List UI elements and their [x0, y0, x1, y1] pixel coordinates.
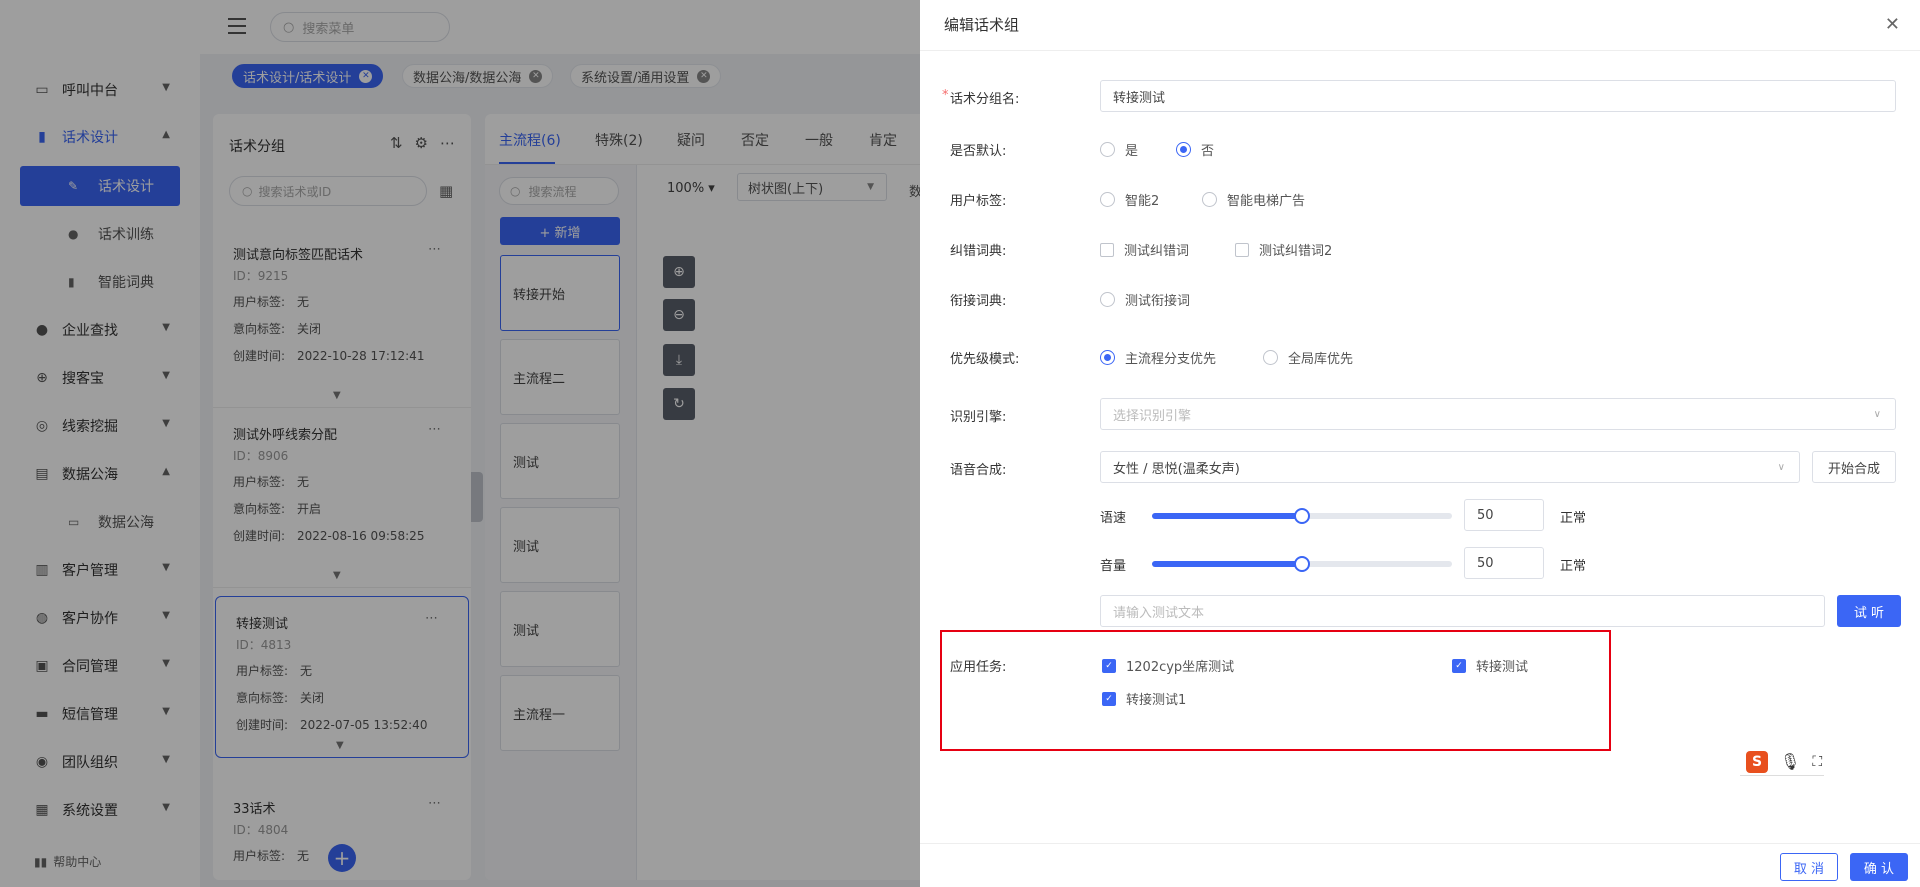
radio-circle — [1263, 350, 1278, 365]
test-text-input[interactable]: 请输入测试文本 — [1100, 595, 1825, 627]
confirm-button[interactable]: 确 认 — [1850, 853, 1908, 881]
test-text-placeholder: 请输入测试文本 — [1113, 605, 1205, 621]
tts-label: 语音合成: — [950, 463, 1007, 478]
tts-voice-value: 女性 / 思悦(温柔女声) — [1113, 461, 1240, 477]
priority-label: 优先级模式: — [950, 352, 1020, 367]
user-tag-option[interactable]: 智能电梯广告 — [1202, 190, 1305, 209]
default-yes-radio[interactable]: 是 — [1100, 140, 1138, 159]
radio-label: 全局库优先 — [1288, 352, 1354, 367]
drawer-divider — [920, 50, 1920, 51]
close-icon[interactable]: ✕ — [1885, 14, 1900, 35]
group-name-label: * 话术分组名: — [942, 88, 1020, 107]
checkbox-box — [1100, 242, 1114, 257]
default-no-radio[interactable]: 否 — [1176, 140, 1214, 159]
checkbox-box — [1235, 242, 1249, 257]
speed-input[interactable]: 50 — [1464, 499, 1544, 531]
speed-slider[interactable] — [1152, 508, 1452, 524]
ime-toolbar: S 🎙 ⛶ — [1740, 748, 1824, 776]
highlight-box — [940, 630, 1611, 751]
group-name-input[interactable]: 转接测试 — [1100, 80, 1896, 112]
radio-circle — [1100, 350, 1115, 365]
slider-handle[interactable] — [1294, 556, 1310, 572]
connect-dict-label: 衔接词典: — [950, 294, 1007, 309]
radio-label: 智能2 — [1125, 194, 1160, 209]
radio-circle — [1100, 142, 1115, 157]
audition-button[interactable]: 试 听 — [1837, 595, 1901, 627]
radio-label: 是 — [1125, 144, 1139, 159]
radio-label: 测试衔接词 — [1125, 294, 1191, 309]
engine-select[interactable]: 选择识别引擎 ∨ — [1100, 398, 1896, 430]
correct-dict-checkbox[interactable]: 测试纠错词2 — [1235, 240, 1332, 259]
volume-text: 正常 — [1560, 559, 1587, 574]
radio-circle — [1176, 142, 1191, 157]
group-name-label-text: 话术分组名: — [950, 92, 1020, 107]
volume-slider[interactable] — [1152, 556, 1452, 572]
default-label: 是否默认: — [950, 144, 1007, 159]
priority-global-radio[interactable]: 全局库优先 — [1263, 348, 1353, 367]
correct-dict-label: 纠错词典: — [950, 244, 1007, 259]
slider-fill — [1152, 561, 1302, 567]
sogou-ime-icon[interactable]: S — [1746, 750, 1768, 773]
drawer-title: 编辑话术组 — [944, 16, 1020, 34]
engine-placeholder: 选择识别引擎 — [1113, 408, 1192, 424]
radio-label: 否 — [1201, 144, 1215, 159]
radio-circle — [1100, 292, 1115, 307]
speed-label: 语速 — [1100, 511, 1127, 526]
radio-circle — [1100, 192, 1115, 207]
fullscreen-icon[interactable]: ⛶ — [1812, 754, 1822, 770]
speed-text: 正常 — [1560, 511, 1587, 526]
required-mark: * — [942, 88, 949, 103]
chevron-down-icon: ∨ — [1777, 461, 1785, 473]
priority-main-radio[interactable]: 主流程分支优先 — [1100, 348, 1216, 367]
checkbox-label: 测试纠错词2 — [1259, 244, 1333, 259]
microphone-icon[interactable]: 🎙 — [1780, 752, 1800, 771]
cancel-button[interactable]: 取 消 — [1780, 853, 1838, 881]
volume-label: 音量 — [1100, 559, 1127, 574]
volume-value: 50 — [1477, 555, 1494, 571]
correct-dict-checkbox[interactable]: 测试纠错词 — [1100, 240, 1189, 259]
user-tag-option[interactable]: 智能2 — [1100, 190, 1159, 209]
group-name-value: 转接测试 — [1113, 90, 1166, 106]
slider-fill — [1152, 513, 1302, 519]
speed-value: 50 — [1477, 507, 1494, 523]
user-tag-field-label: 用户标签: — [950, 194, 1007, 209]
slider-handle[interactable] — [1294, 508, 1310, 524]
footer-divider — [920, 843, 1920, 844]
radio-circle — [1202, 192, 1217, 207]
checkbox-label: 测试纠错词 — [1124, 244, 1190, 259]
engine-label: 识别引擎: — [950, 410, 1007, 425]
radio-label: 智能电梯广告 — [1227, 194, 1306, 209]
connect-dict-option[interactable]: 测试衔接词 — [1100, 290, 1190, 309]
volume-input[interactable]: 50 — [1464, 547, 1544, 579]
chevron-down-icon: ∨ — [1873, 408, 1881, 420]
radio-label: 主流程分支优先 — [1125, 352, 1217, 367]
modal-mask[interactable] — [0, 0, 920, 887]
start-synthesis-button[interactable]: 开始合成 — [1812, 451, 1896, 483]
tts-voice-select[interactable]: 女性 / 思悦(温柔女声) ∨ — [1100, 451, 1800, 483]
